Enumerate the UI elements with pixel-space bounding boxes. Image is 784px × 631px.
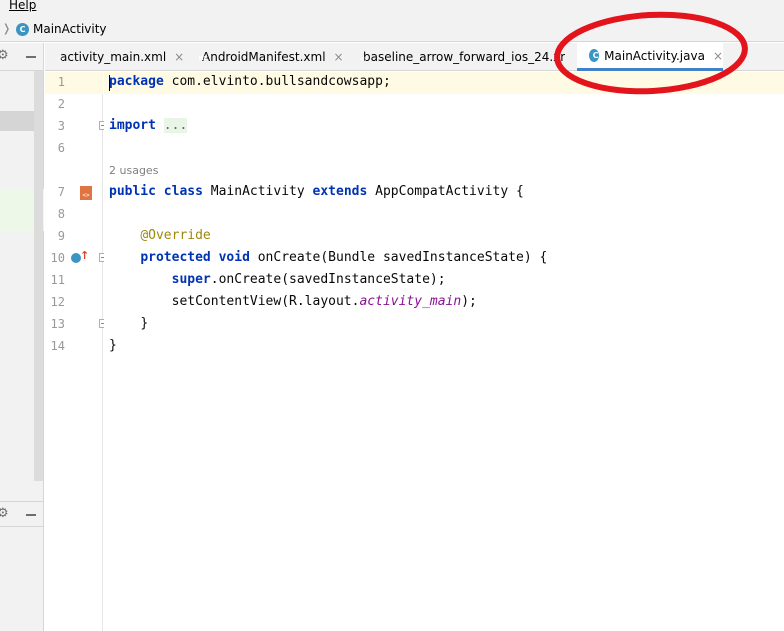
line-number: 10	[50, 251, 65, 265]
folded-imports[interactable]: ...	[163, 118, 188, 133]
gear-icon[interactable]: ⚙	[0, 48, 9, 63]
tab-label: MainActivity.java	[604, 48, 705, 63]
annotation: @Override	[140, 228, 211, 243]
superclass-name: AppCompatActivity {	[367, 184, 524, 199]
line-number: 2	[57, 97, 65, 111]
class-name: MainActivity	[202, 184, 313, 199]
minimize-icon[interactable]	[26, 56, 36, 58]
code-line-12[interactable]: setContentView(R.layout.activity_main);	[109, 294, 477, 309]
line-number: 7	[57, 185, 65, 199]
layout-field: activity_main	[359, 294, 462, 309]
close-icon[interactable]: ×	[713, 49, 723, 63]
project-panel-header: ⚙	[0, 43, 44, 71]
code-line-13[interactable]: }	[109, 316, 148, 331]
keyword: import	[109, 118, 156, 133]
keyword: public	[109, 184, 156, 199]
code-line-7[interactable]: public class MainActivity extends AppCom…	[109, 184, 524, 199]
closing-brace: }	[109, 338, 117, 353]
tab-baseline-arrow-forward-ios-24-xml[interactable]: baseline_arrow_forward_ios_24.xml ×	[358, 43, 565, 71]
code-line-3[interactable]: import ...	[109, 118, 188, 133]
code-line-14[interactable]: }	[109, 338, 117, 353]
breadcrumb-item-mainactivity[interactable]: MainActivity	[33, 22, 107, 36]
tab-label: AndroidManifest.xml	[202, 50, 326, 64]
line-number: 8	[57, 207, 65, 221]
gear-icon[interactable]: ⚙	[0, 506, 9, 521]
bottom-panel-header: ⚙	[0, 501, 44, 527]
project-panel: ⚙ ⚙	[0, 43, 44, 631]
menu-help-label: Help	[9, 0, 37, 12]
close-icon[interactable]: ×	[174, 50, 183, 64]
related-layout-xml-icon[interactable]	[80, 186, 92, 200]
minimize-icon[interactable]	[26, 514, 36, 516]
code-line-9[interactable]: @Override	[109, 228, 211, 243]
editor-gutter[interactable]: 1 2 3 6 7 8 9 10 11 12 13 14 ↑	[45, 72, 108, 631]
breadcrumb: ❭ MainActivity	[0, 16, 784, 42]
tab-activity-main-xml[interactable]: activity_main.xml ×	[55, 43, 183, 71]
keyword: protected	[140, 250, 211, 265]
line-number: 1	[57, 75, 65, 89]
tab-mainactivity-java[interactable]: MainActivity.java ×	[577, 43, 723, 71]
line-number: 12	[50, 295, 65, 309]
closing-brace: }	[140, 316, 149, 331]
method-call: setContentView(R.layout.	[171, 294, 360, 309]
code-line-11[interactable]: super.onCreate(savedInstanceState);	[109, 272, 446, 287]
line-number: 9	[57, 229, 65, 243]
java-class-icon	[16, 23, 29, 36]
line-number: 6	[57, 141, 65, 155]
code-editor[interactable]: package com.elvinto.bullsandcowsapp; imp…	[104, 72, 784, 631]
method-signature: onCreate(Bundle savedInstanceState) {	[249, 250, 548, 265]
statement-end: );	[461, 294, 477, 309]
keyword: package	[109, 74, 164, 89]
keyword: void	[218, 250, 250, 265]
close-icon[interactable]: ×	[334, 50, 342, 64]
keyword: super	[171, 272, 211, 287]
tab-label: baseline_arrow_forward_ios_24.xml	[363, 50, 565, 64]
overrides-method-arrow-icon[interactable]: ↑	[80, 249, 89, 262]
keyword: extends	[312, 184, 368, 199]
menu-bar: Help	[0, 0, 784, 16]
editor-tab-bar: activity_main.xml × AndroidManifest.xml …	[45, 43, 784, 71]
line-number: 11	[50, 273, 65, 287]
line-number: 13	[50, 317, 65, 331]
usages-hint[interactable]: 2 usages	[109, 164, 158, 177]
chevron-right-icon: ❭	[2, 22, 12, 35]
menu-help[interactable]: Help	[9, 0, 36, 12]
method-call: .onCreate(savedInstanceState);	[210, 272, 446, 287]
keyword: class	[163, 184, 203, 199]
code-line-1[interactable]: package com.elvinto.bullsandcowsapp;	[109, 74, 391, 89]
package-name: com.elvinto.bullsandcowsapp;	[163, 74, 391, 89]
java-class-icon	[589, 49, 602, 62]
code-line-10[interactable]: protected void onCreate(Bundle savedInst…	[109, 250, 547, 265]
line-number: 14	[50, 339, 65, 353]
line-number: 3	[57, 119, 65, 133]
tab-androidmanifest-xml[interactable]: AndroidManifest.xml ×	[197, 43, 342, 71]
project-panel-scrollbar[interactable]	[34, 71, 43, 481]
tab-label: activity_main.xml	[60, 50, 167, 64]
